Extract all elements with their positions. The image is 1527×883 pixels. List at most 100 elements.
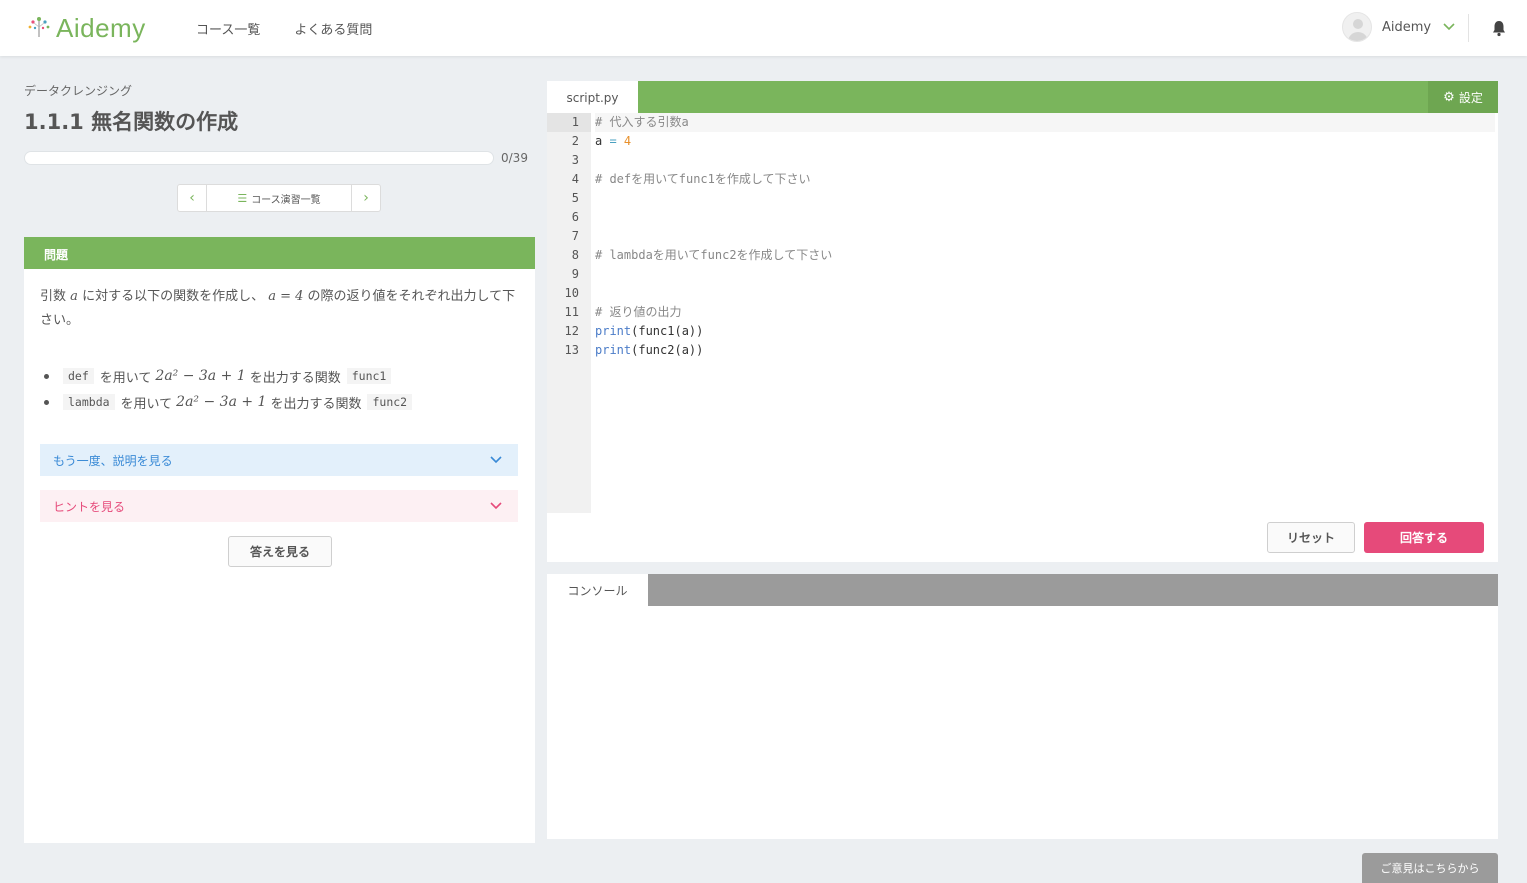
code-line[interactable]: # defを用いてfunc1を作成して下さい — [595, 170, 1495, 189]
bullet-text: を出力する関数 — [249, 370, 341, 386]
chevron-down-icon — [490, 453, 502, 467]
nav-faq[interactable]: よくある質問 — [294, 19, 372, 38]
inline-code: lambda — [63, 394, 115, 410]
code-token: print — [595, 343, 632, 357]
code-line[interactable]: # 代入する引数a — [595, 113, 1495, 132]
progress-count: 0/39 — [501, 151, 528, 165]
hint-label: ヒントを見る — [53, 499, 126, 514]
main-nav: コース一覧 よくある質問 — [196, 19, 372, 38]
header-divider — [1468, 14, 1469, 42]
chevron-down-icon — [490, 499, 502, 513]
logo-text: Aidemy — [56, 12, 146, 43]
prev-exercise-button[interactable]: ‹ — [178, 185, 206, 211]
code-line[interactable]: print(func2(a)) — [595, 341, 1495, 360]
explanation-toggle[interactable]: もう一度、説明を見る — [40, 444, 518, 476]
chevron-left-icon: ‹ — [189, 190, 195, 206]
line-number: 8 — [571, 248, 579, 262]
tab-console[interactable]: コンソール — [547, 574, 648, 607]
console-panel: コンソール — [547, 574, 1498, 839]
problem-panel: 問題 引数 a に対する以下の関数を作成し、 a = 4 の際の返り値をそれぞれ… — [24, 237, 535, 843]
code-token: 4 — [623, 134, 632, 148]
line-number: 7 — [571, 229, 579, 243]
page-title: 1.1.1 無名関数の作成 — [24, 110, 239, 134]
code-token: print — [595, 324, 632, 338]
explanation-label: もう一度、説明を見る — [53, 453, 173, 468]
line-number: 11 — [564, 305, 579, 319]
bullet-text: を用いて — [99, 370, 152, 386]
hint-toggle[interactable]: ヒントを見る — [40, 490, 518, 522]
code-token: (func1(a)) — [631, 324, 704, 338]
problem-text-2: に対する以下の関数を作成し、 — [82, 289, 265, 304]
aidemy-logo[interactable]: Aidemy — [24, 12, 146, 44]
tab-script-py[interactable]: script.py — [547, 81, 638, 114]
line-number-gutter: 1 2 3 4 5 6 7 8 9 10 11 12 13 — [547, 113, 591, 513]
next-exercise-button[interactable]: › — [352, 185, 380, 211]
reset-button[interactable]: リセット — [1267, 522, 1355, 553]
code-line[interactable] — [595, 151, 1495, 170]
code-token: (func2(a)) — [631, 343, 704, 357]
nav-course-list[interactable]: コース一覧 — [196, 19, 260, 38]
line-number: 12 — [564, 324, 579, 338]
code-line[interactable]: a = 4 — [595, 132, 1495, 151]
show-answer-button[interactable]: 答えを見る — [228, 536, 332, 567]
exercise-pager: ‹ ☰ コース演習一覧 › — [177, 184, 381, 212]
code-editor: script.py ⚙ 設定 1 2 3 4 5 6 7 8 9 10 11 1… — [547, 81, 1498, 562]
bullet-dot — [44, 373, 49, 379]
user-menu[interactable]: Aidemy — [1342, 12, 1455, 42]
chevron-right-icon: › — [363, 190, 369, 206]
problem-text: 引数 a に対する以下の関数を作成し、 a = 4 の際の返り値をそれぞれ出力し… — [40, 285, 520, 333]
logo-tree-icon — [24, 13, 54, 43]
code-line[interactable]: print(func1(a)) — [595, 322, 1495, 341]
code-line[interactable] — [595, 284, 1495, 303]
code-line[interactable] — [595, 265, 1495, 284]
inline-code: func2 — [367, 394, 413, 410]
bullet-text: を用いて — [120, 396, 173, 412]
course-category: データクレンジング — [24, 84, 133, 98]
line-number: 13 — [564, 343, 579, 357]
problem-text-1: 引数 — [40, 289, 67, 304]
editor-settings-button[interactable]: ⚙ 設定 — [1428, 81, 1498, 113]
inline-code: func1 — [346, 368, 392, 384]
line-number: 10 — [564, 286, 579, 300]
bell-icon[interactable] — [1490, 19, 1508, 37]
list-icon: ☰ — [237, 191, 248, 205]
problem-var-a: a — [70, 289, 78, 304]
code-line[interactable] — [595, 227, 1495, 246]
line-number: 9 — [571, 267, 579, 281]
list-item: def を用いて 2a² − 3a + 1 を出力する関数 func1 — [44, 363, 412, 389]
avatar — [1342, 12, 1372, 42]
console-tab-bar: コンソール — [547, 574, 1498, 607]
gear-icon: ⚙ — [1443, 89, 1455, 105]
problem-equation: a = 4 — [268, 289, 304, 304]
code-line[interactable] — [595, 208, 1495, 227]
progress-bar — [24, 151, 494, 165]
line-number: 6 — [571, 210, 579, 224]
editor-tab-bar: script.py ⚙ 設定 — [547, 81, 1498, 114]
list-item: lambda を用いて 2a² − 3a + 1 を出力する関数 func2 — [44, 389, 413, 415]
line-number: 2 — [571, 134, 579, 148]
code-area[interactable]: # 代入する引数a a = 4 # defを用いてfunc1を作成して下さい #… — [595, 113, 1495, 360]
user-name: Aidemy — [1382, 19, 1432, 35]
problem-heading: 問題 — [24, 237, 535, 269]
top-header: Aidemy コース一覧 よくある質問 Aidemy — [0, 0, 1527, 56]
bullet-text: を出力する関数 — [270, 396, 362, 412]
code-line[interactable] — [595, 189, 1495, 208]
exercise-list-button[interactable]: ☰ コース演習一覧 — [206, 185, 352, 211]
line-number: 3 — [571, 153, 579, 167]
math-expression: 2a² − 3a + 1 — [155, 368, 246, 384]
line-number: 5 — [571, 191, 579, 205]
exercise-list-label: コース演習一覧 — [251, 194, 321, 206]
settings-label: 設定 — [1458, 90, 1483, 105]
line-number: 4 — [571, 172, 579, 186]
code-line[interactable]: # 返り値の出力 — [595, 303, 1495, 322]
inline-code: def — [63, 368, 94, 384]
code-token: = — [602, 134, 624, 148]
feedback-button[interactable]: ご意見はこちらから — [1362, 853, 1498, 883]
bullet-dot — [44, 399, 49, 405]
chevron-down-icon — [1443, 20, 1455, 34]
problem-bullets: def を用いて 2a² − 3a + 1 を出力する関数 func1 lamb… — [44, 363, 413, 415]
line-number: 1 — [547, 113, 591, 132]
code-line[interactable]: # lambdaを用いてfunc2を作成して下さい — [595, 246, 1495, 265]
math-expression: 2a² − 3a + 1 — [176, 394, 267, 410]
submit-answer-button[interactable]: 回答する — [1364, 522, 1484, 553]
